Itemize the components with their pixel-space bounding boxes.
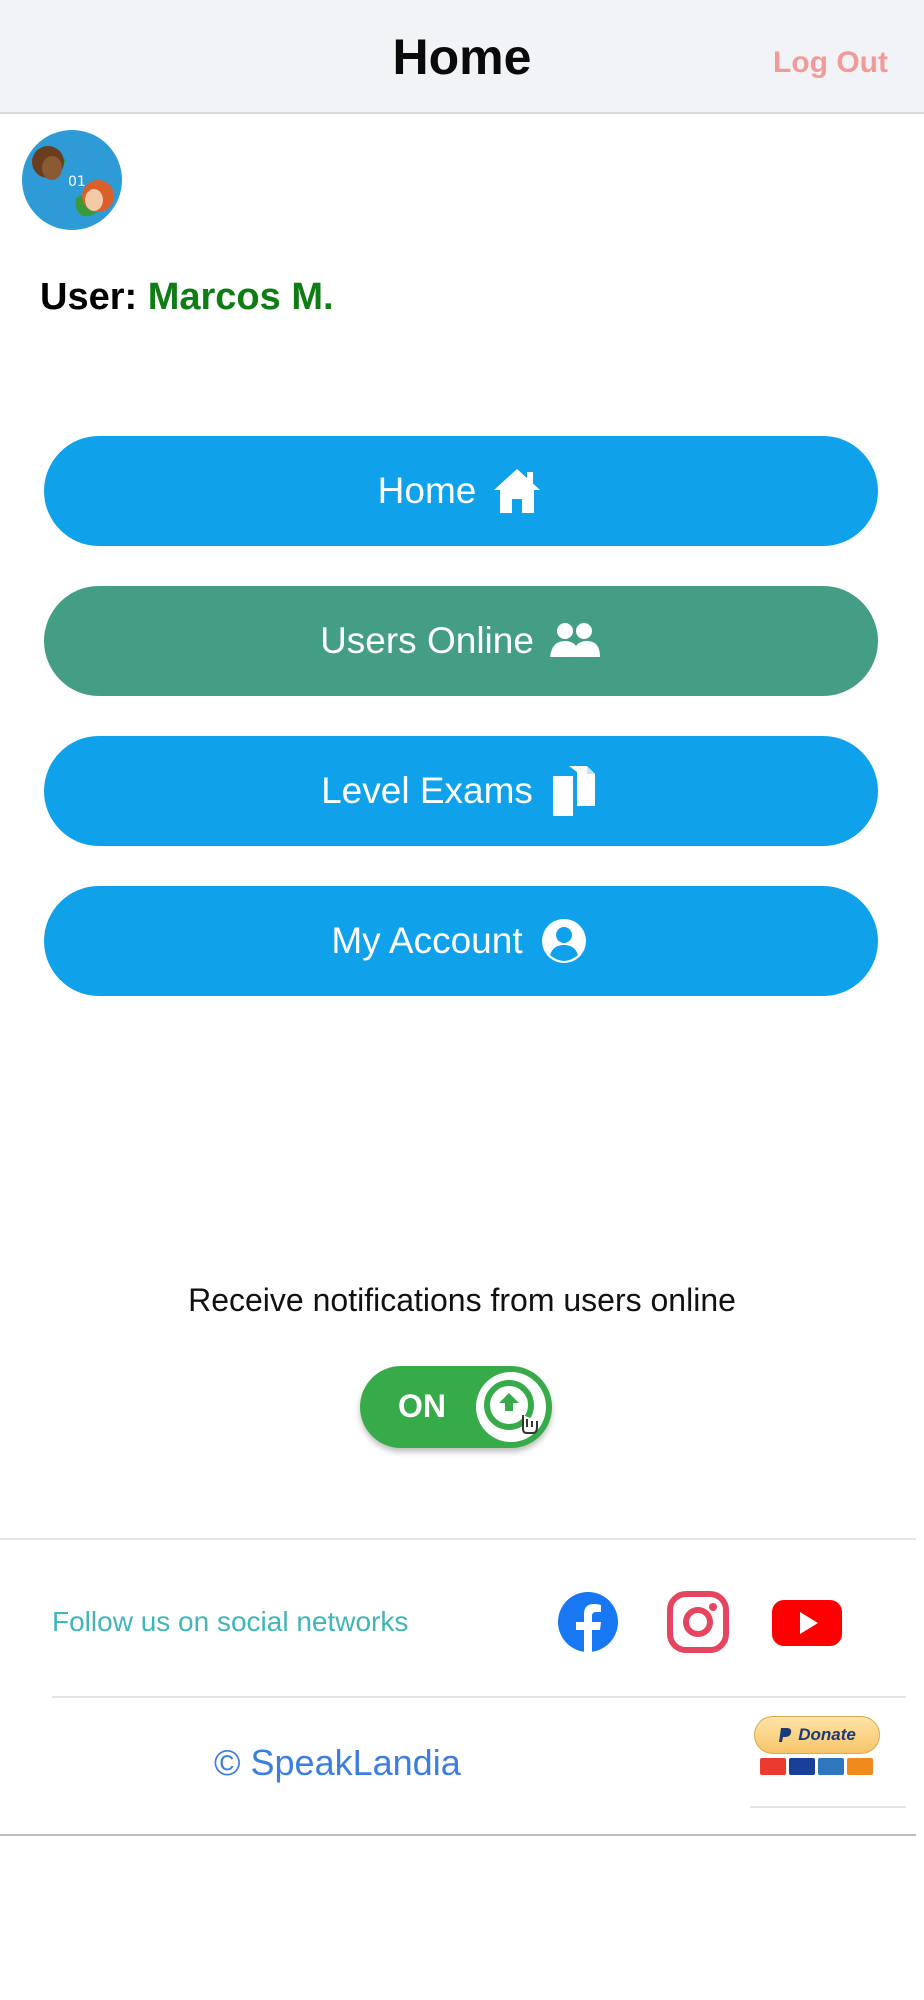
notifications-toggle[interactable]: ON [360,1366,552,1448]
home-button-label: Home [377,470,477,511]
donate-button[interactable]: Donate [750,1716,882,1784]
user-label: User: [40,276,138,318]
toggle-knob[interactable] [476,1372,546,1442]
footer-divider-2 [52,1696,906,1698]
hand-pointer-icon [484,1380,538,1434]
youtube-icon[interactable] [770,1590,844,1654]
level-exams-button-label: Level Exams [321,770,533,811]
users-online-button-label: Users Online [320,620,534,661]
toggle-state-label: ON [398,1388,446,1424]
level-exams-button[interactable]: Level Exams [44,736,878,846]
donate-pill[interactable]: Donate [754,1716,880,1754]
facebook-icon[interactable] [556,1590,620,1654]
donate-divider [750,1806,906,1808]
mastercard-icon [760,1758,786,1775]
users-icon [548,614,602,668]
notifications-label: Receive notifications from users online [188,1282,736,1318]
donate-label: Donate [798,1725,856,1744]
my-account-button[interactable]: My Account [44,886,878,996]
follow-label: Follow us on social networks [52,1606,409,1637]
home-icon [490,464,544,518]
paypal-icon [779,1728,792,1742]
app-logo: 01 [22,130,122,230]
visa-icon [789,1758,815,1775]
user-circle-icon [537,914,591,968]
users-online-button[interactable]: Users Online [44,586,878,696]
page-bottom-divider [0,1834,916,1836]
navigation-bar: Home Log Out [0,0,924,114]
payment-cards [760,1758,873,1775]
home-button[interactable]: Home [44,436,878,546]
documents-icon [547,764,601,818]
copyright-text: © SpeakLandia [214,1742,461,1783]
logout-button[interactable]: Log Out [773,46,888,80]
user-name: Marcos M. [147,276,334,318]
discover-icon [847,1758,873,1775]
my-account-button-label: My Account [331,920,523,961]
user-info: User: Marcos M. [40,276,334,319]
footer-divider [0,1538,916,1540]
instagram-icon[interactable] [666,1590,730,1654]
amex-icon [818,1758,844,1775]
svg-text:01: 01 [68,174,86,190]
